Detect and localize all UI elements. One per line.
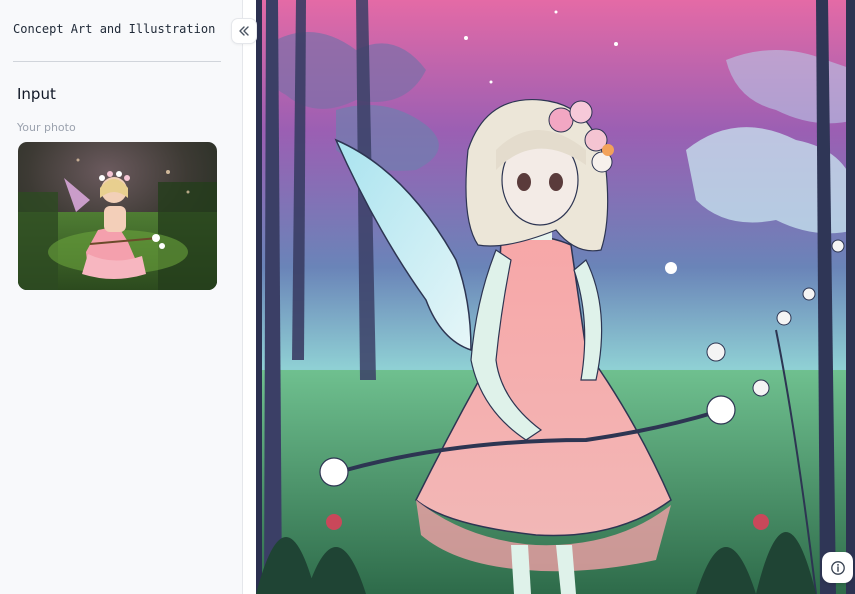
input-photo-thumbnail[interactable]: [18, 142, 217, 290]
double-chevron-left-icon: [239, 26, 249, 36]
sidebar-divider: [13, 61, 221, 62]
input-heading: Input: [17, 85, 56, 103]
app-title: Concept Art and Illustration: [13, 22, 216, 36]
info-button[interactable]: [822, 552, 853, 583]
collapse-sidebar-button[interactable]: [231, 18, 257, 44]
sidebar: Concept Art and Illustration Input Your …: [0, 0, 243, 594]
info-icon: [830, 560, 845, 575]
main-area: [244, 0, 855, 594]
photo-label: Your photo: [17, 121, 76, 134]
generated-artwork: [256, 0, 855, 594]
